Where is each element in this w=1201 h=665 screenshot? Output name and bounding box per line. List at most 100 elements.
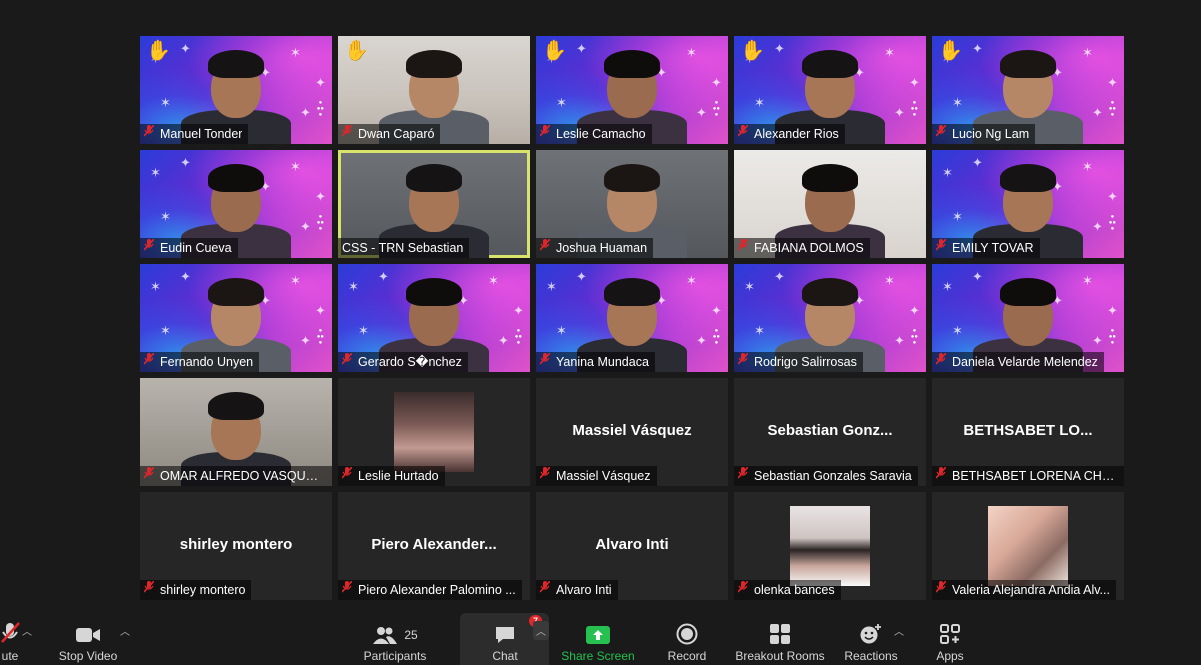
background-logo: ● ●● ●	[910, 100, 918, 118]
participant-tile[interactable]: shirley montero shirley montero	[140, 492, 332, 600]
participant-name-label: Fernando Unyen	[140, 352, 260, 372]
participant-tile[interactable]: ✶✦✦✶✦✦✶✦●●●●✋Leslie Camacho	[536, 36, 728, 144]
participant-tile[interactable]: Joshua Huaman	[536, 150, 728, 258]
mic-muted-icon	[341, 352, 353, 372]
participant-name-label: Sebastian Gonzales Saravia	[734, 466, 918, 486]
star-decoration-icon: ✶	[952, 209, 963, 224]
star-decoration-icon: ✶	[150, 279, 161, 294]
participant-name-label: Alexander Rios	[734, 124, 845, 144]
participant-tile[interactable]: Alvaro Inti Alvaro Inti	[536, 492, 728, 600]
participant-tile[interactable]: ✋ Dwan Caparó	[338, 36, 530, 144]
share-screen-icon	[560, 621, 636, 645]
participant-tile[interactable]: CSS - TRN Sebastian	[338, 150, 530, 258]
mic-muted-icon	[143, 466, 155, 486]
star-decoration-icon: ✶	[150, 165, 161, 180]
breakout-rooms-icon	[734, 621, 826, 645]
participant-name-label: FABIANA DOLMOS	[734, 238, 870, 258]
mic-muted-icon	[341, 466, 353, 486]
chat-options-caret-icon[interactable]: ︿	[533, 621, 549, 640]
mic-muted-icon	[341, 580, 353, 600]
star-decoration-icon: ✶	[754, 323, 765, 338]
participant-name-label: Valeria Alejandra Andia Alv...	[932, 580, 1116, 600]
background-logo: ● ●● ●	[316, 100, 324, 118]
participant-name: Fernando Unyen	[160, 355, 254, 369]
star-decoration-icon: ✦	[909, 303, 920, 318]
background-logo: ● ●● ●	[712, 328, 720, 346]
participant-tile[interactable]: Valeria Alejandra Andia Alv...	[932, 492, 1124, 600]
participant-tile[interactable]: ✶✦✦✶✦✦✶✦●●●●Yanina Mundaca	[536, 264, 728, 372]
participant-name-label: Rodrigo Salirrosas	[734, 352, 863, 372]
participant-name: Daniela Velarde Melendez	[952, 355, 1098, 369]
breakout-rooms-button[interactable]: Breakout Rooms	[734, 621, 826, 663]
participant-name-label: Leslie Hurtado	[338, 466, 445, 486]
participant-tile[interactable]: ✶✦✦✶✦✦✶✦●●●●Rodrigo Salirrosas	[734, 264, 926, 372]
participant-tile[interactable]: BETHSABET LO... BETHSABET LORENA CHAL...	[932, 378, 1124, 486]
participant-name-label: Leslie Camacho	[536, 124, 652, 144]
participant-name-label: Dwan Caparó	[338, 124, 441, 144]
mic-muted-icon	[539, 124, 551, 144]
star-decoration-icon: ✶	[942, 165, 953, 180]
chat-button[interactable]: 7 Chat	[478, 615, 542, 663]
background-logo: ● ●● ●	[1108, 214, 1116, 232]
star-decoration-icon: ✦	[1107, 189, 1118, 204]
participant-display-name: BETHSABET LO...	[963, 422, 1093, 439]
participant-tile[interactable]: ✶✦✦✶✦✦✶✦●●●●✋Lucio Ng Lam	[932, 36, 1124, 144]
audio-options-caret-icon[interactable]: ︿	[22, 623, 32, 638]
video-options-caret-icon[interactable]: ︿	[120, 623, 130, 638]
participant-tile[interactable]: Sebastian Gonz... Sebastian Gonzales Sara…	[734, 378, 926, 486]
apps-button[interactable]: Apps	[930, 621, 970, 663]
star-decoration-icon: ✦	[1107, 303, 1118, 318]
participant-tile[interactable]: ✶✦✦✶✦✦✶✦●●●●✋Alexander Rios	[734, 36, 926, 144]
mic-muted-icon	[935, 466, 947, 486]
participant-tile[interactable]: ✶✦✦✶✦✦✶✦●●●●Daniela Velarde Melendez	[932, 264, 1124, 372]
share-screen-button[interactable]: Share Screen	[560, 621, 636, 663]
profile-picture	[988, 506, 1068, 586]
participant-name: Sebastian Gonzales Saravia	[754, 469, 912, 483]
participant-name: Alvaro Inti	[556, 583, 612, 597]
star-decoration-icon: ✶	[556, 323, 567, 338]
participant-tile[interactable]: olenka bances	[734, 492, 926, 600]
participant-name: Manuel Tonder	[160, 127, 243, 141]
star-decoration-icon: ✦	[1107, 75, 1118, 90]
participant-tile[interactable]: Piero Alexander... Piero Alexander Palomi…	[338, 492, 530, 600]
share-screen-label: Share Screen	[561, 649, 635, 663]
mic-muted-icon	[143, 238, 155, 258]
star-decoration-icon: ✦	[1092, 105, 1103, 120]
participants-button[interactable]: 25 Participants	[362, 621, 428, 663]
participant-tile[interactable]: ✶✦✦✶✦✦✶✦●●●●Gerardo S�nchez	[338, 264, 530, 372]
participants-icon: 25	[362, 621, 428, 645]
participant-tile[interactable]: ✶✦✦✶✦✦✶✦●●●●Fernando Unyen	[140, 264, 332, 372]
participant-name: Valeria Alejandra Andia Alv...	[952, 583, 1110, 597]
participant-tile[interactable]: FABIANA DOLMOS	[734, 150, 926, 258]
participant-name: Yanina Mundaca	[556, 355, 649, 369]
participant-name: Eudin Cueva	[160, 241, 232, 255]
star-decoration-icon: ✶	[556, 95, 567, 110]
raised-hand-icon: ✋	[938, 40, 963, 62]
stop-video-button[interactable]: Stop Video	[56, 621, 120, 663]
participant-tile[interactable]: ✶✦✦✶✦✦✶✦●●●●✋Manuel Tonder	[140, 36, 332, 144]
mic-muted-icon	[737, 466, 749, 486]
star-decoration-icon: ✦	[315, 303, 326, 318]
star-decoration-icon: ✦	[1092, 219, 1103, 234]
participant-tile[interactable]: Leslie Hurtado	[338, 378, 530, 486]
participants-label: Participants	[363, 649, 427, 663]
record-button[interactable]: Record	[664, 621, 710, 663]
participant-tile[interactable]: OMAR ALFREDO VASQUEZ...	[140, 378, 332, 486]
participant-name: Dwan Caparó	[358, 127, 435, 141]
star-decoration-icon: ✦	[909, 75, 920, 90]
participant-tile[interactable]: Massiel Vásquez Massiel Vásquez	[536, 378, 728, 486]
star-decoration-icon: ✦	[498, 333, 509, 348]
reactions-button[interactable]: Reactions	[842, 621, 900, 663]
star-decoration-icon: ✦	[315, 75, 326, 90]
star-decoration-icon: ✦	[300, 219, 311, 234]
participant-tile[interactable]: ✶✦✦✶✦✦✶✦●●●●Eudin Cueva	[140, 150, 332, 258]
star-decoration-icon: ✦	[711, 303, 722, 318]
star-decoration-icon: ✶	[358, 323, 369, 338]
reactions-options-caret-icon[interactable]: ︿	[894, 623, 904, 638]
participant-display-name: Massiel Vásquez	[572, 422, 692, 439]
participant-tile[interactable]: ✶✦✦✶✦✦✶✦●●●●EMILY TOVAR	[932, 150, 1124, 258]
participant-name-label: Lucio Ng Lam	[932, 124, 1036, 144]
participant-name-label: Eudin Cueva	[140, 238, 238, 258]
raised-hand-icon: ✋	[146, 40, 171, 62]
star-decoration-icon: ✦	[696, 105, 707, 120]
